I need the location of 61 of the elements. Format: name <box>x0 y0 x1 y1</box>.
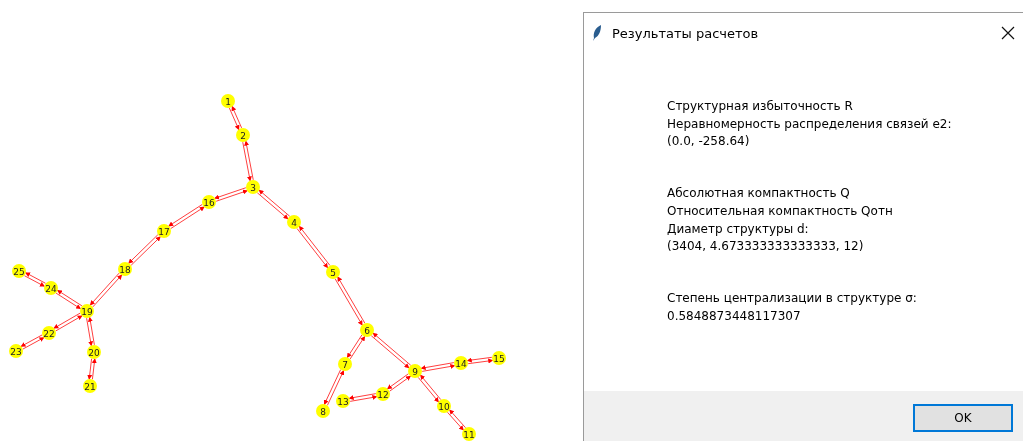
edge-arrows <box>228 105 243 131</box>
graph-node: 4 <box>287 215 301 229</box>
edge-arrows <box>334 276 366 326</box>
result-text: Абсолютная компактность Q <box>667 185 851 203</box>
result-text: (0.0, -258.64) <box>667 133 751 151</box>
edge-arrows <box>348 393 378 402</box>
edge-arrows <box>417 374 442 403</box>
result-text: Неравномерность распределения связей e2: <box>667 115 953 133</box>
graph-node: 16 <box>202 195 216 209</box>
edge-arrows <box>446 409 467 431</box>
graph-node: 10 <box>437 399 451 413</box>
result-text: Диаметр структуры d: <box>667 220 810 238</box>
edge-arrows <box>346 334 366 360</box>
graph-node: 13 <box>336 394 350 408</box>
graph-node: 23 <box>9 344 23 358</box>
graph-node: 12 <box>376 387 390 401</box>
graph-node: 11 <box>462 427 476 441</box>
edge-arrows <box>128 234 161 266</box>
result-text: (3404, 4.673333333333333, 12) <box>667 238 865 256</box>
edge-arrows <box>89 272 123 308</box>
window-title: Результаты расчетов <box>612 25 759 41</box>
graph-node: 14 <box>454 356 468 370</box>
graph-node: 6 <box>360 323 374 337</box>
edge-arrows <box>214 187 248 202</box>
graph-node: 5 <box>326 265 340 279</box>
graph-node: 7 <box>338 357 352 371</box>
result-text: Структурная избыточность R <box>667 98 854 115</box>
graph-node: 19 <box>80 304 94 318</box>
edge-arrows <box>242 140 254 182</box>
edge-arrows <box>466 356 494 365</box>
graph-node: 8 <box>316 404 330 418</box>
result-text: 0.5848873448117307 <box>667 307 802 325</box>
result-text: Степень централизации в структуре σ: <box>667 289 918 307</box>
edge-arrows <box>55 289 83 310</box>
graph-node: 24 <box>44 281 58 295</box>
edge-arrows <box>296 225 331 269</box>
graph-node: 3 <box>246 180 260 194</box>
edge-arrows <box>256 189 291 220</box>
graph-node: 20 <box>87 345 101 359</box>
edge-arrows <box>386 373 412 392</box>
ok-button[interactable]: OK <box>913 404 1013 432</box>
graph-node: 15 <box>492 351 506 365</box>
edge-arrows <box>23 272 47 287</box>
edge-arrows <box>53 312 83 332</box>
edge-arrows <box>420 362 456 372</box>
edge-arrows <box>86 316 95 347</box>
close-icon <box>1001 26 1015 40</box>
graph-node: 1 <box>221 94 235 108</box>
edge-arrows <box>20 334 45 350</box>
graph-node: 22 <box>42 326 56 340</box>
graph-node: 25 <box>12 264 26 278</box>
graph-node: 2 <box>236 128 250 142</box>
graph-node: 17 <box>157 224 171 238</box>
graph-node: 18 <box>118 262 132 276</box>
result-text: Относительная компактность Qотн <box>667 202 894 220</box>
edge-arrows <box>370 332 412 369</box>
edge-arrows <box>168 203 205 230</box>
graph-node: 9 <box>408 364 422 378</box>
feather-icon <box>592 24 602 42</box>
graph-node: 21 <box>83 379 97 393</box>
edge-arrows <box>87 358 97 380</box>
